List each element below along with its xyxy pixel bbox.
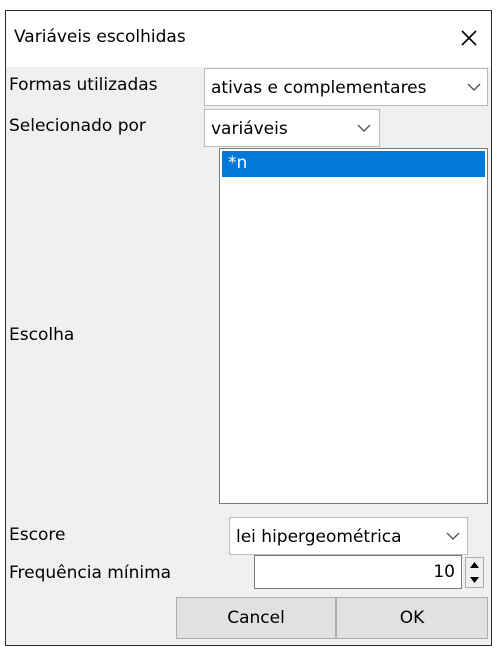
spin-up-icon[interactable] — [466, 558, 483, 572]
dialog-title: Variáveis escolhidas — [14, 27, 186, 47]
ok-button[interactable]: OK — [336, 597, 488, 639]
escore-dropdown[interactable]: lei hipergeométrica — [229, 517, 468, 555]
close-icon[interactable] — [454, 23, 484, 53]
frequencia-label: Frequência mínima — [9, 563, 172, 583]
formas-value: ativas e complementares — [211, 78, 427, 98]
chevron-down-icon — [357, 124, 371, 132]
list-item-label: *n — [228, 153, 248, 173]
cancel-button[interactable]: Cancel — [176, 597, 336, 639]
frequencia-input[interactable]: 10 — [254, 555, 462, 589]
selecionado-dropdown[interactable]: variáveis — [204, 109, 380, 147]
formas-label: Formas utilizadas — [9, 75, 158, 95]
escore-label: Escore — [9, 525, 66, 545]
selecionado-value: variáveis — [211, 119, 288, 139]
frequencia-spinner[interactable] — [465, 557, 484, 588]
selecionado-label: Selecionado por — [9, 116, 146, 136]
chevron-down-icon — [446, 532, 460, 540]
frequencia-value: 10 — [433, 562, 455, 582]
escore-value: lei hipergeométrica — [236, 527, 402, 547]
title-bar: Variáveis escolhidas — [6, 11, 491, 67]
spin-down-icon[interactable] — [466, 573, 483, 587]
formas-dropdown[interactable]: ativas e complementares — [204, 68, 488, 106]
escolha-label: Escolha — [9, 325, 75, 345]
chevron-down-icon — [467, 83, 481, 91]
list-item[interactable]: *n — [222, 151, 485, 177]
escolha-listbox[interactable]: *n — [219, 148, 488, 504]
dialog-window: Variáveis escolhidas Formas utilizadas a… — [5, 10, 492, 646]
